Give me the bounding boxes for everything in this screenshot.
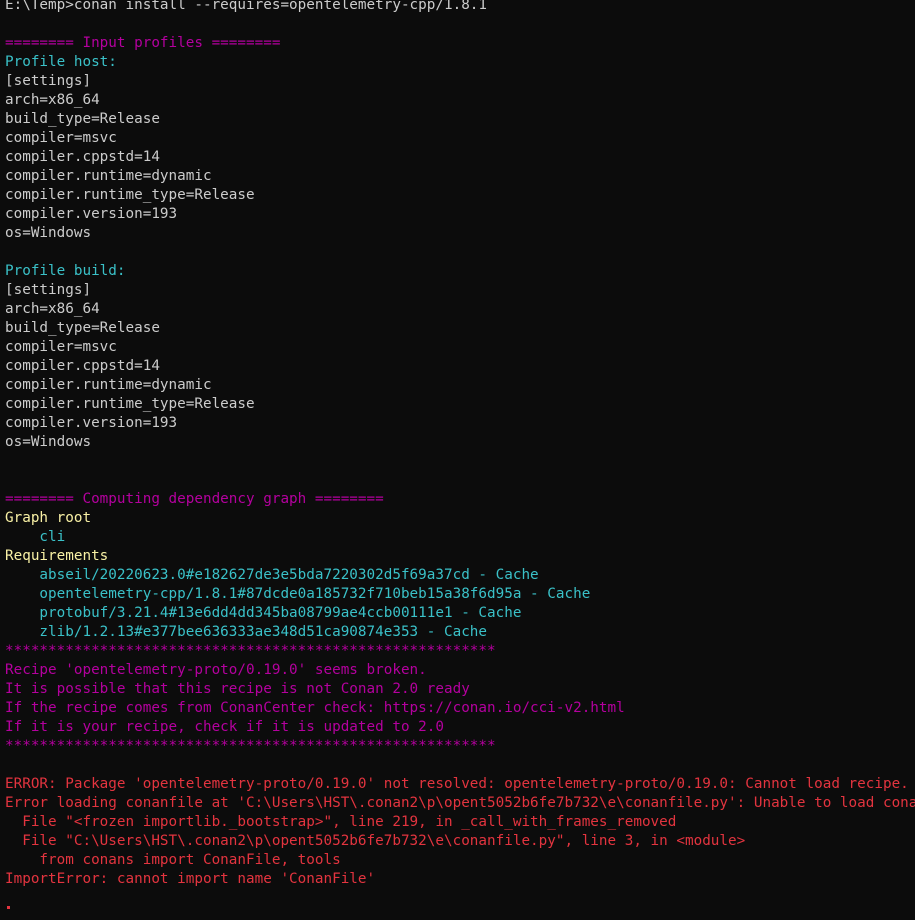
terminal-line: ERROR: Package 'opentelemetry-proto/0.19…: [5, 776, 909, 792]
terminal-line: protobuf/3.21.4#13e6dd4dd345ba08799ae4cc…: [5, 605, 522, 621]
terminal-line: ImportError: cannot import name 'ConanFi…: [5, 871, 376, 887]
terminal-window[interactable]: E:\Temp>conan install --requires=opentel…: [0, 0, 915, 920]
terminal-line: abseil/20220623.0#e182627de3e5bda7220302…: [5, 567, 539, 583]
terminal-line: build_type=Release: [5, 111, 160, 127]
terminal-line: Error loading conanfile at 'C:\Users\HST…: [5, 795, 915, 811]
terminal-line: compiler=msvc: [5, 130, 117, 146]
terminal-line: from conans import ConanFile, tools: [5, 852, 341, 868]
terminal-line: Graph root: [5, 510, 92, 526]
terminal-line: os=Windows: [5, 225, 92, 241]
terminal-line: ****************************************…: [5, 643, 496, 659]
terminal-line: compiler.version=193: [5, 206, 178, 222]
terminal-line: compiler.version=193: [5, 415, 178, 431]
terminal-line: compiler.cppstd=14: [5, 358, 160, 374]
terminal-line: ======== Computing dependency graph ====…: [5, 491, 384, 507]
terminal-line: Profile host:: [5, 54, 117, 70]
terminal-line: compiler.cppstd=14: [5, 149, 160, 165]
terminal-line: opentelemetry-cpp/1.8.1#87dcde0a185732f7…: [5, 586, 591, 602]
terminal-line: compiler.runtime_type=Release: [5, 187, 255, 203]
terminal-line: Recipe 'opentelemetry-proto/0.19.0' seem…: [5, 662, 427, 678]
terminal-output: E:\Temp>conan install --requires=opentel…: [5, 0, 915, 889]
terminal-line: compiler.runtime=dynamic: [5, 168, 212, 184]
terminal-line: compiler.runtime_type=Release: [5, 396, 255, 412]
terminal-line: build_type=Release: [5, 320, 160, 336]
terminal-line: ======== Input profiles ========: [5, 35, 281, 51]
terminal-line: os=Windows: [5, 434, 92, 450]
terminal-line: [settings]: [5, 282, 92, 298]
terminal-line: ****************************************…: [5, 738, 496, 754]
terminal-line: Requirements: [5, 548, 109, 564]
terminal-line: zlib/1.2.13#e377bee636333ae348d51ca90874…: [5, 624, 488, 640]
terminal-line: Profile build:: [5, 263, 126, 279]
terminal-line: File "<frozen importlib._bootstrap>", li…: [5, 814, 677, 830]
terminal-line: arch=x86_64: [5, 301, 100, 317]
terminal-line: File "C:\Users\HST\.conan2\p\opent5052b6…: [5, 833, 746, 849]
terminal-line: It is possible that this recipe is not C…: [5, 681, 470, 697]
terminal-line: If it is your recipe, check if it is upd…: [5, 719, 444, 735]
terminal-line: If the recipe comes from ConanCenter che…: [5, 700, 625, 716]
terminal-cursor: [7, 906, 10, 909]
terminal-line: compiler.runtime=dynamic: [5, 377, 212, 393]
terminal-line: compiler=msvc: [5, 339, 117, 355]
terminal-line: E:\Temp>conan install --requires=opentel…: [5, 0, 488, 13]
terminal-line: arch=x86_64: [5, 92, 100, 108]
terminal-line: [settings]: [5, 73, 92, 89]
terminal-line: cli: [5, 529, 66, 545]
